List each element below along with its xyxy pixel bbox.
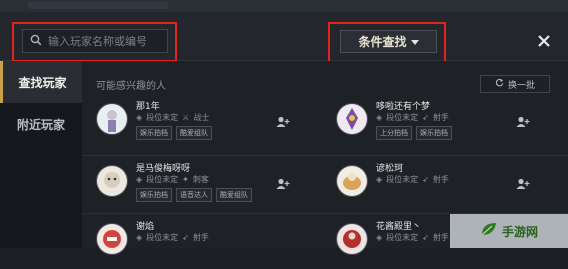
player-meta: ◈ 段位未定 ➶ 射手 [136,232,209,243]
sidebar-item-find-player[interactable]: 查找玩家 [0,61,82,103]
role-icon: ➶ [422,175,429,184]
sidebar: 查找玩家 附近玩家 [0,61,82,248]
player-name: 花酱殿里丶 [376,222,422,232]
tag-badge: 酷爱组队 [216,188,252,202]
player-name: 谚松珂 [376,164,404,174]
player-role: 射手 [432,175,449,184]
player-rank: 段位未定 [386,233,419,242]
refresh-button[interactable]: 换一批 [480,75,550,93]
filter-button[interactable]: 条件查找 [340,30,437,53]
player-rank: 段位未定 [146,113,179,122]
player-role: 战士 [193,113,210,122]
background-strip [0,0,568,12]
watermark-logo: 手游网 [450,214,568,248]
player-meta: ◈ 段位未定 ➶ 射手 [376,232,449,243]
role-icon: ➶ [422,113,429,122]
player-role: 射手 [192,233,209,242]
add-friend-icon[interactable] [516,113,530,127]
avatar [336,165,368,197]
player-meta: ◈ 段位未定 ➶ 射手 [376,112,449,123]
add-friend-icon[interactable] [516,175,530,189]
sidebar-item-label: 附近玩家 [16,117,65,132]
avatar [336,103,368,135]
player-role: 射手 [432,233,449,242]
role-icon: ✦ [182,175,189,184]
player-rank: 段位未定 [146,175,179,184]
player-name: 那1年 [136,102,160,112]
player-name: 哆啦还有个梦 [376,102,431,112]
tag-list: 上分拍档 娱乐拍档 [376,126,452,140]
player-role: 射手 [432,113,449,122]
tag-list: 娱乐拍档 酷爱组队 [136,126,212,140]
player-meta: ◈ 段位未定 ⚔ 战士 [136,112,209,123]
section-title: 可能感兴趣的人 [96,81,166,92]
search-field[interactable] [22,29,168,53]
tag-badge: 语音达人 [176,188,212,202]
close-icon[interactable] [537,33,551,47]
blurred-text [28,2,168,9]
search-icon [30,34,44,48]
player-name: 是马俊梅呀呀 [136,164,191,174]
rank-icon: ◈ [376,113,383,122]
caret-down-icon [410,35,419,49]
player-card[interactable]: 哆啦还有个梦 ◈ 段位未定 ➶ 射手 上分拍档 娱乐拍档 [336,99,556,149]
watermark-text: 手游网 [501,224,538,239]
rank-icon: ◈ [136,233,143,242]
tag-badge: 酷爱组队 [176,126,212,140]
sidebar-item-nearby-player[interactable]: 附近玩家 [0,103,82,145]
sidebar-item-label: 查找玩家 [18,75,67,90]
filter-button-label: 条件查找 [358,35,407,49]
avatar [96,223,128,255]
tag-badge: 上分拍档 [376,126,412,140]
tag-list: 娱乐拍档 语音达人 酷爱组队 [136,188,252,202]
add-friend-icon[interactable] [276,113,290,127]
tag-badge: 娱乐拍档 [136,126,172,140]
rank-icon: ◈ [136,175,143,184]
tag-badge: 娱乐拍档 [136,188,172,202]
player-meta: ◈ 段位未定 ➶ 射手 [376,174,449,185]
player-name: 谢焰 [136,222,155,232]
player-card[interactable]: 那1年 ◈ 段位未定 ⚔ 战士 娱乐拍档 酷爱组队 [96,99,316,149]
rank-icon: ◈ [136,113,143,122]
player-card[interactable]: 是马俊梅呀呀 ◈ 段位未定 ✦ 刺客 娱乐拍档 语音达人 酷爱组队 [96,161,316,211]
avatar [96,165,128,197]
rank-icon: ◈ [376,233,383,242]
search-input[interactable] [48,34,166,48]
player-rank: 段位未定 [146,233,179,242]
role-icon: ⚔ [182,113,190,122]
avatar [96,103,128,135]
refresh-icon [495,78,504,90]
role-icon: ➶ [422,233,429,242]
add-friend-icon[interactable] [276,175,290,189]
player-rank: 段位未定 [386,113,419,122]
player-role: 刺客 [192,175,209,184]
player-card[interactable]: 谢焰 ◈ 段位未定 ➶ 射手 [96,219,316,269]
refresh-label: 换一批 [507,80,535,91]
rank-icon: ◈ [376,175,383,184]
tag-badge: 娱乐拍档 [416,126,452,140]
row-divider [82,155,568,156]
player-meta: ◈ 段位未定 ✦ 刺客 [136,174,209,185]
player-rank: 段位未定 [386,175,419,184]
player-card[interactable]: 谚松珂 ◈ 段位未定 ➶ 射手 [336,161,556,211]
avatar [336,223,368,255]
role-icon: ➶ [182,233,189,242]
leaf-icon [480,221,498,241]
